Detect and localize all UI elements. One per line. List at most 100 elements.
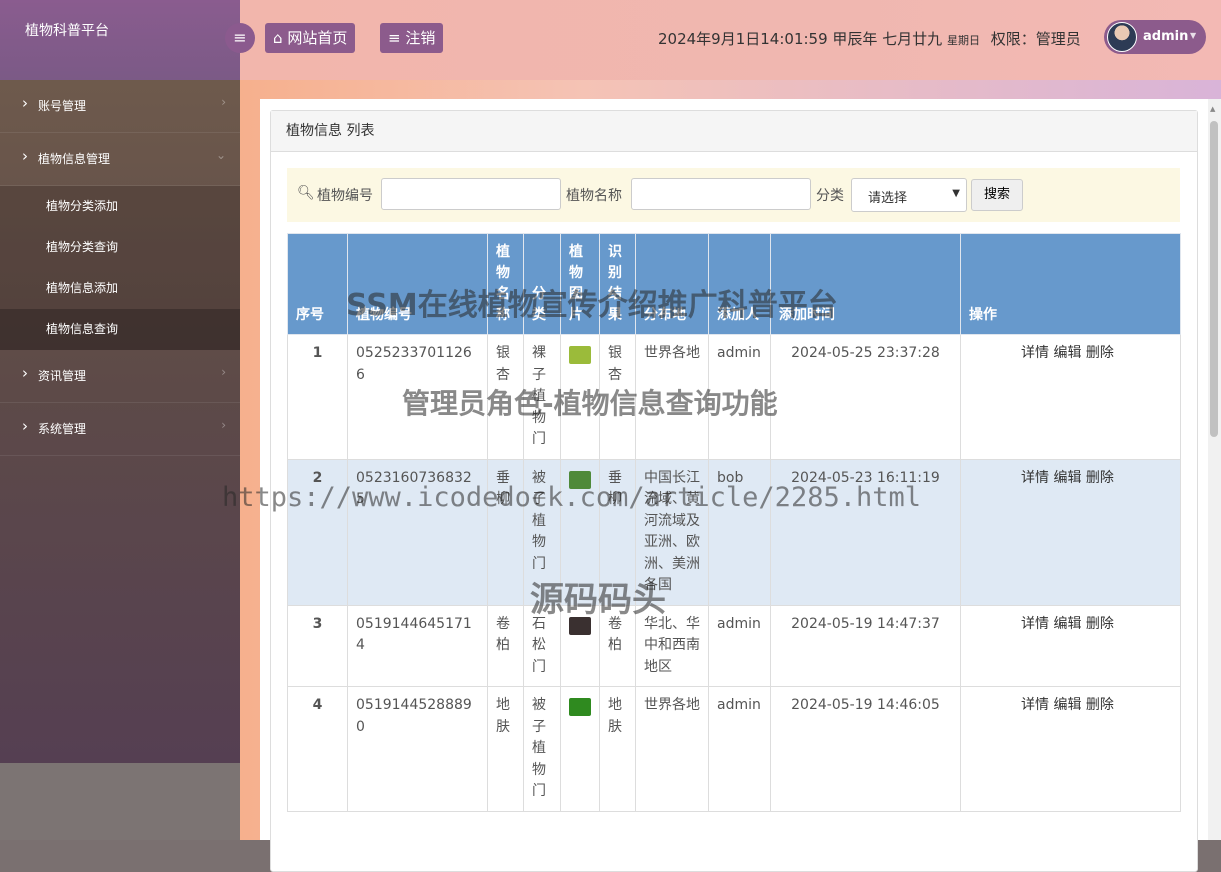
sidebar-item-label: 账号管理 [38, 99, 87, 113]
cell-time: 2024-05-23 16:11:19 [770, 458, 961, 606]
cell-index: 3 [287, 604, 348, 687]
list-icon: ≡ [388, 29, 401, 47]
cell-code: 05191446451714 [347, 604, 488, 687]
chevron-down-icon: ▼ [952, 188, 960, 199]
sidebar-item-plant-info[interactable]: › 植物信息管理 ⌄ [0, 133, 240, 186]
edit-link[interactable]: 编辑 [1053, 345, 1081, 361]
cell-adder: admin [708, 604, 771, 687]
col-header-category[interactable]: 分类 [523, 233, 561, 335]
cell-region: 中国长江流域、黄河流域及亚洲、欧洲、美洲各国 [635, 458, 709, 606]
cell-code: 05252337011266 [347, 334, 488, 460]
plant-thumbnail[interactable] [569, 616, 591, 635]
col-header-region[interactable]: 分布地 [635, 233, 709, 335]
search-bar: 🔍︎ 植物编号 植物名称 分类 请选择 ▼ 搜索 [287, 168, 1180, 222]
cell-code: 05191445288890 [347, 686, 488, 812]
cell-image [560, 604, 600, 687]
edit-link[interactable]: 编辑 [1053, 616, 1081, 632]
table-row: 2 05231607368325 垂柳 被子植物门 垂柳 中国长江流域、黄河流域… [287, 458, 1181, 606]
chevron-right-icon: › [22, 417, 28, 435]
avatar [1107, 22, 1137, 52]
cell-actions: 详情 编辑 删除 [960, 686, 1181, 812]
user-menu[interactable]: admin ▼ [1104, 20, 1206, 54]
col-header-index[interactable]: 序号 [287, 233, 348, 335]
cell-adder: admin [708, 334, 771, 460]
datetime-text: 2024年9月1日14:01:59 甲辰年 七月廿九 [658, 30, 943, 48]
scrollbar-thumb[interactable] [1210, 121, 1218, 437]
cell-adder: admin [708, 686, 771, 812]
user-name: admin [1143, 29, 1189, 44]
menu-toggle-icon[interactable]: ≡ [225, 23, 255, 53]
plant-thumbnail[interactable] [569, 470, 591, 489]
detail-link[interactable]: 详情 [1021, 470, 1049, 486]
cell-category: 裸子植物门 [523, 334, 561, 460]
col-header-time[interactable]: 添加时间 [770, 233, 961, 335]
cell-region: 华北、华中和西南地区 [635, 604, 709, 687]
sidebar-item-news[interactable]: › 资讯管理 › [0, 350, 240, 403]
plant-name-input[interactable] [631, 178, 811, 210]
table-row: 1 05252337011266 银杏 裸子植物门 银杏 世界各地 admin … [287, 334, 1181, 460]
cell-actions: 详情 编辑 删除 [960, 458, 1181, 606]
main-content: 植物信息 列表 🔍︎ 植物编号 植物名称 分类 请选择 ▼ 搜索 序号 植物编号… [260, 99, 1208, 872]
delete-link[interactable]: 删除 [1086, 470, 1114, 486]
logout-button[interactable]: ≡ 注销 [380, 23, 444, 53]
delete-link[interactable]: 删除 [1086, 697, 1114, 713]
detail-link[interactable]: 详情 [1021, 697, 1049, 713]
cell-name: 卷柏 [487, 604, 524, 687]
category-select-value: 请选择 [868, 191, 908, 206]
panel-title: 植物信息 列表 [271, 111, 1197, 152]
col-header-result[interactable]: 识别结果 [599, 233, 636, 335]
plant-code-input[interactable] [381, 178, 561, 210]
detail-link[interactable]: 详情 [1021, 616, 1049, 632]
cell-category: 石松门 [523, 604, 561, 687]
cell-adder: bob [708, 458, 771, 606]
cell-index: 1 [287, 334, 348, 460]
cell-result: 银杏 [599, 334, 636, 460]
sidebar-subitem-category-add[interactable]: 植物分类添加 [0, 186, 240, 227]
delete-link[interactable]: 删除 [1086, 616, 1114, 632]
delete-link[interactable]: 删除 [1086, 345, 1114, 361]
sidebar-subitem-plant-add[interactable]: 植物信息添加 [0, 268, 240, 309]
category-select[interactable]: 请选择 ▼ [851, 178, 967, 212]
cell-index: 4 [287, 686, 348, 812]
col-header-code[interactable]: 植物编号 [347, 233, 488, 335]
plant-thumbnail[interactable] [569, 346, 591, 364]
cell-result: 垂柳 [599, 458, 636, 606]
logout-button-label: 注销 [405, 29, 436, 47]
datetime-display: 2024年9月1日14:01:59 甲辰年 七月廿九 星期日 权限：管理员 [658, 28, 1081, 49]
chevron-right-icon: › [22, 364, 28, 382]
cell-time: 2024-05-19 14:47:37 [770, 604, 961, 687]
plant-thumbnail[interactable] [569, 698, 591, 716]
sidebar-item-label: 资讯管理 [38, 369, 87, 383]
detail-link[interactable]: 详情 [1021, 345, 1049, 361]
cell-result: 地肤 [599, 686, 636, 812]
sidebar-item-account[interactable]: › 账号管理 › [0, 80, 240, 133]
cell-name: 银杏 [487, 334, 524, 460]
sidebar-item-system[interactable]: › 系统管理 › [0, 403, 240, 456]
search-button[interactable]: 搜索 [971, 179, 1023, 211]
name-label: 植物名称 [566, 188, 622, 204]
cell-index: 2 [287, 458, 348, 606]
sidebar-subitem-plant-query[interactable]: 植物信息查询 [0, 309, 240, 350]
edit-link[interactable]: 编辑 [1053, 470, 1081, 486]
chevron-right-icon: › [22, 94, 28, 112]
submenu-plant-info: 植物分类添加 植物分类查询 植物信息添加 植物信息查询 [0, 186, 240, 350]
cell-image [560, 458, 600, 606]
home-button[interactable]: ⌂ 网站首页 [265, 23, 356, 53]
col-header-image[interactable]: 植物图片 [560, 233, 600, 335]
sidebar-subitem-category-query[interactable]: 植物分类查询 [0, 227, 240, 268]
table-row: 4 05191445288890 地肤 被子植物门 地肤 世界各地 admin … [287, 686, 1181, 812]
scrollbar[interactable]: ▲ [1208, 99, 1221, 840]
cell-name: 垂柳 [487, 458, 524, 606]
col-header-adder[interactable]: 添加人 [708, 233, 771, 335]
cell-result: 卷柏 [599, 604, 636, 687]
search-icon: 🔍︎ [297, 185, 315, 201]
code-label: 植物编号 [317, 188, 373, 204]
cell-image [560, 686, 600, 812]
chevron-right-icon: › [22, 147, 28, 165]
weekday-text: 星期日 [946, 34, 980, 47]
chevron-right-icon: › [221, 95, 226, 109]
edit-link[interactable]: 编辑 [1053, 697, 1081, 713]
scroll-up-icon[interactable]: ▲ [1210, 105, 1215, 113]
cell-region: 世界各地 [635, 686, 709, 812]
col-header-name[interactable]: 植物名称 [487, 233, 524, 335]
